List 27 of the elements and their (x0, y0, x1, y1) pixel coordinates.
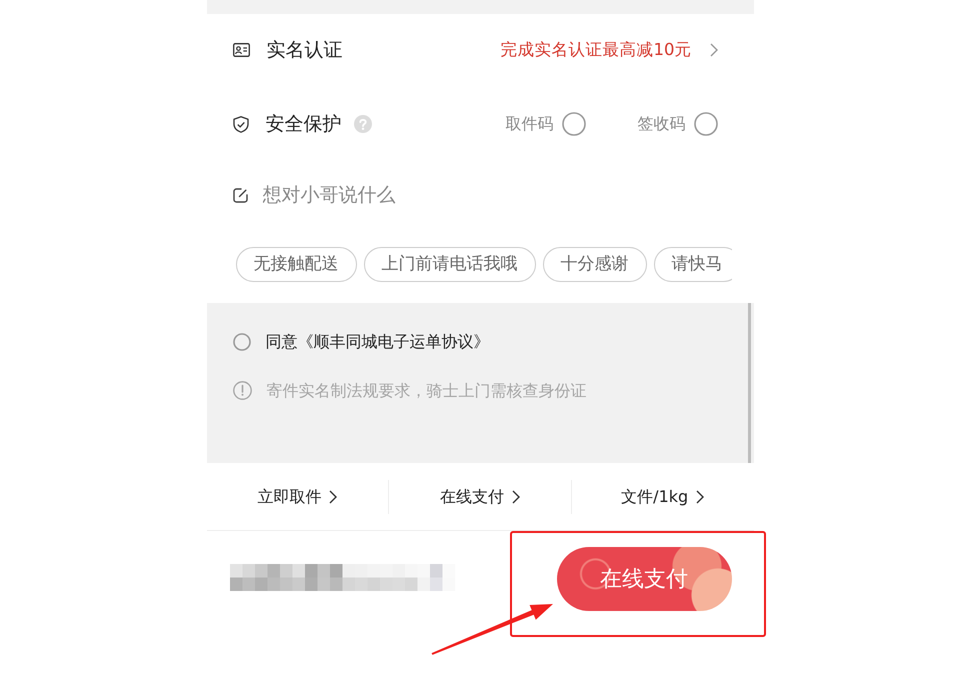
quick-reply-chip[interactable]: 上门前请电话我哦 (364, 247, 536, 282)
option-label: 签收码 (638, 114, 686, 134)
quick-reply-chip[interactable]: 十分感谢 (542, 247, 646, 282)
shield-check-icon (232, 116, 248, 132)
pay-button[interactable]: 在线支付 (556, 547, 732, 611)
option-label: 取件码 (506, 114, 554, 134)
message-field[interactable]: 想对小哥说什么 (262, 182, 718, 208)
row-label: 实名认证 (266, 38, 342, 62)
notice-text: 寄件实名制法规要求，骑士上门需核查身份证 (266, 381, 586, 400)
chevron-icon (512, 490, 520, 504)
quick-reply-chip[interactable]: 请快马 (654, 247, 732, 282)
radio-button[interactable] (694, 112, 718, 136)
chevron-icon (696, 490, 704, 504)
promo-link[interactable]: 完成实名认证最高减10元 (500, 40, 692, 60)
chevron-icon (329, 490, 338, 504)
quick-reply-chip[interactable]: 无接触配送 (236, 247, 356, 282)
row-label: 安全保护 (266, 112, 342, 136)
warning-icon (232, 381, 252, 400)
radio-button[interactable] (562, 112, 586, 136)
order-option[interactable]: 文件/1kg (572, 480, 754, 514)
agreement-text: 同意《顺丰同城电子运单协议》 (266, 332, 490, 352)
edit-icon (232, 188, 248, 202)
order-option[interactable]: 在线支付 (389, 480, 571, 514)
radio-button[interactable] (232, 332, 250, 351)
id-card-icon (232, 43, 250, 57)
order-option[interactable]: 立即取件 (206, 480, 388, 514)
chevron-icon[interactable] (710, 43, 718, 57)
